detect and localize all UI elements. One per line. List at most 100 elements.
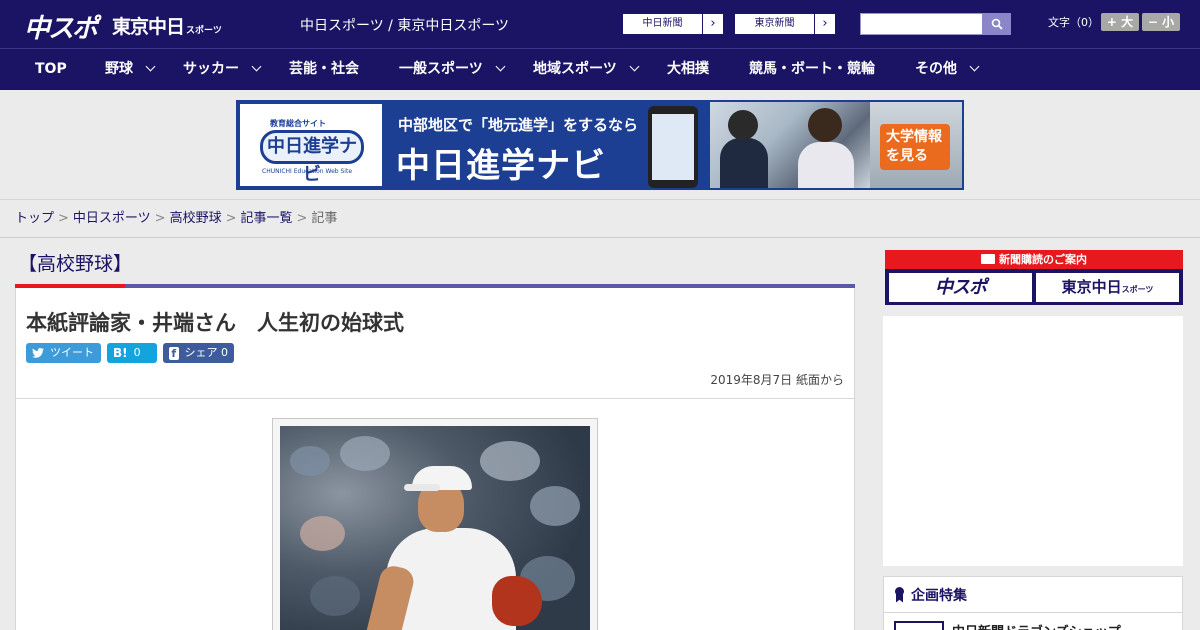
tokyo-shimbun-link[interactable]: 東京新聞 › — [734, 13, 836, 35]
subscribe-tokyo-chunichi-small: スポーツ — [1121, 285, 1154, 294]
nav-label: 競馬・ボート・競輪 — [749, 61, 875, 77]
nav-label: 地域スポーツ — [533, 61, 617, 77]
feature-thumbnail — [894, 621, 944, 630]
breadcrumb-separator: > — [296, 211, 308, 226]
nav-item-general-sports[interactable]: 一般スポーツ — [399, 49, 506, 90]
article-category: 【高校野球】 — [18, 253, 133, 275]
tweet-button[interactable]: ツイート — [26, 343, 101, 363]
ad-headline: 中部地区で「地元進学」をするなら — [398, 116, 639, 134]
article-title: 本紙評論家・井端さん 人生初の始球式 — [26, 311, 404, 335]
sidebar-ad-slot[interactable] — [883, 316, 1183, 566]
subscribe-tokyo-chunichi-text: 東京中日 — [1061, 278, 1122, 296]
hatena-bookmark-button[interactable]: B! 0 — [107, 343, 157, 363]
hatena-count: 0 — [133, 346, 141, 359]
chevron-down-icon — [145, 61, 156, 72]
twitter-bird-icon — [32, 348, 44, 358]
tokyo-chunichi-logo-small: スポーツ — [186, 26, 222, 36]
subscription-title[interactable]: 新聞購読のご案内 — [885, 250, 1183, 269]
crowd-blur — [300, 516, 345, 551]
divider — [16, 398, 854, 399]
article-date: 2019年8月7日 紙面から — [710, 373, 844, 387]
breadcrumb-current: 記事 — [311, 211, 338, 226]
breadcrumb-link-high-school-baseball[interactable]: 高校野球 — [170, 211, 222, 226]
chevron-right-icon: › — [822, 16, 828, 31]
breadcrumb-link-article-list[interactable]: 記事一覧 — [241, 211, 293, 226]
ad-cta-button[interactable]: 大学情報を見る — [880, 124, 950, 170]
paper-link-label: 東京新聞 — [735, 14, 815, 34]
nav-item-sumo[interactable]: 大相撲 — [667, 49, 709, 90]
student-figure — [720, 138, 768, 188]
share-buttons: ツイート B! 0 f シェア 0 — [26, 343, 234, 363]
nav-item-local-sports[interactable]: 地域スポーツ — [533, 49, 640, 90]
nav-label: サッカー — [183, 61, 239, 77]
smartphone-screen — [652, 114, 694, 180]
breadcrumb-link-top[interactable]: トップ — [15, 211, 54, 226]
nav-item-racing[interactable]: 競馬・ボート・競輪 — [749, 49, 875, 90]
crowd-blur — [530, 486, 580, 526]
article-card: 本紙評論家・井端さん 人生初の始球式 ツイート B! 0 f シェア 0 201… — [15, 284, 855, 630]
crowd-blur — [290, 446, 330, 476]
crowd-blur — [480, 441, 540, 481]
nav-item-soccer[interactable]: サッカー — [183, 49, 262, 90]
chuspo-logo[interactable]: 中スポ — [24, 8, 98, 45]
chunichi-shimbun-link[interactable]: 中日新聞 › — [622, 13, 724, 35]
article-photo[interactable] — [280, 426, 590, 630]
student-head — [808, 108, 842, 142]
main-nav: TOP 野球 サッカー 芸能・社会 一般スポーツ 地域スポーツ 大相撲 競馬・ボ… — [0, 48, 1200, 90]
feature-box: 企画特集 中日新聞ドラゴンズショップ — [883, 576, 1183, 630]
newspaper-icon — [981, 254, 995, 264]
crowd-blur — [310, 576, 360, 616]
ad-logo-en: CHUNICHI Education Web Site — [262, 168, 353, 175]
facebook-icon: f — [169, 346, 179, 360]
player-cap-visor — [404, 484, 440, 491]
share-label: シェア — [184, 346, 218, 359]
search-button[interactable] — [982, 13, 1011, 35]
tokyo-chunichi-logo[interactable]: 東京中日 スポーツ — [112, 12, 222, 39]
tweet-label: ツイート — [50, 346, 94, 359]
nav-item-top[interactable]: TOP — [35, 49, 67, 90]
subscription-box: 新聞購読のご案内 中スポ 東京中日スポーツ — [885, 250, 1183, 305]
article-photo-frame — [272, 418, 598, 630]
hatena-icon: B! — [113, 346, 128, 360]
feature-item[interactable]: 中日新聞ドラゴンズショップ — [894, 621, 1121, 630]
card-accent-line — [15, 284, 855, 288]
font-size-label: 文字（0） — [1048, 16, 1099, 29]
site-title: 中日スポーツ / 東京中日スポーツ — [300, 18, 510, 34]
paper-link-label: 中日新聞 — [623, 14, 703, 34]
breadcrumb-separator: > — [58, 211, 69, 226]
search-input[interactable] — [860, 13, 984, 35]
nav-label: 一般スポーツ — [399, 61, 483, 77]
nav-label: TOP — [35, 61, 67, 77]
nav-item-baseball[interactable]: 野球 — [105, 49, 156, 90]
students-photo — [710, 102, 870, 188]
feature-header: 企画特集 — [884, 577, 1182, 613]
ad-banner-shingaku-navi[interactable]: 教育総合サイト 中日進学ナビ CHUNICHI Education Web Si… — [236, 100, 964, 190]
search-icon — [991, 18, 1003, 30]
subscribe-chuspo-link[interactable]: 中スポ — [889, 273, 1032, 302]
font-smaller-button[interactable]: − 小 — [1142, 13, 1180, 31]
chevron-down-icon — [969, 61, 980, 72]
ribbon-tail — [896, 593, 903, 603]
facebook-share-button[interactable]: f シェア 0 — [163, 343, 234, 363]
crowd-blur — [340, 436, 390, 471]
share-count: 0 — [221, 346, 228, 359]
nav-item-entertainment[interactable]: 芸能・社会 — [289, 49, 359, 90]
ad-logo-sub: 教育総合サイト — [270, 119, 326, 128]
subscribe-tokyo-chunichi-link[interactable]: 東京中日スポーツ — [1036, 273, 1179, 302]
ribbon-icon — [894, 586, 905, 603]
student-figure — [798, 142, 854, 188]
chevron-down-icon — [251, 61, 262, 72]
breadcrumb-separator: > — [225, 211, 237, 226]
subscription-title-text: 新聞購読のご案内 — [999, 253, 1087, 266]
font-larger-button[interactable]: + 大 — [1101, 13, 1139, 31]
feature-item-label: 中日新聞ドラゴンズショップ — [952, 621, 1121, 630]
nav-item-other[interactable]: その他 — [915, 49, 980, 90]
feature-title: 企画特集 — [911, 587, 967, 604]
nav-label: 大相撲 — [667, 61, 709, 77]
breadcrumb-link-chunichi-sports[interactable]: 中日スポーツ — [73, 211, 151, 226]
tokyo-chunichi-logo-text: 東京中日 — [112, 16, 185, 38]
chevron-right-icon: › — [710, 16, 716, 31]
ad-logo: 教育総合サイト 中日進学ナビ CHUNICHI Education Web Si… — [240, 104, 382, 186]
banner-area: 教育総合サイト 中日進学ナビ CHUNICHI Education Web Si… — [0, 90, 1200, 200]
ad-logo-main: 中日進学ナビ — [260, 130, 364, 185]
